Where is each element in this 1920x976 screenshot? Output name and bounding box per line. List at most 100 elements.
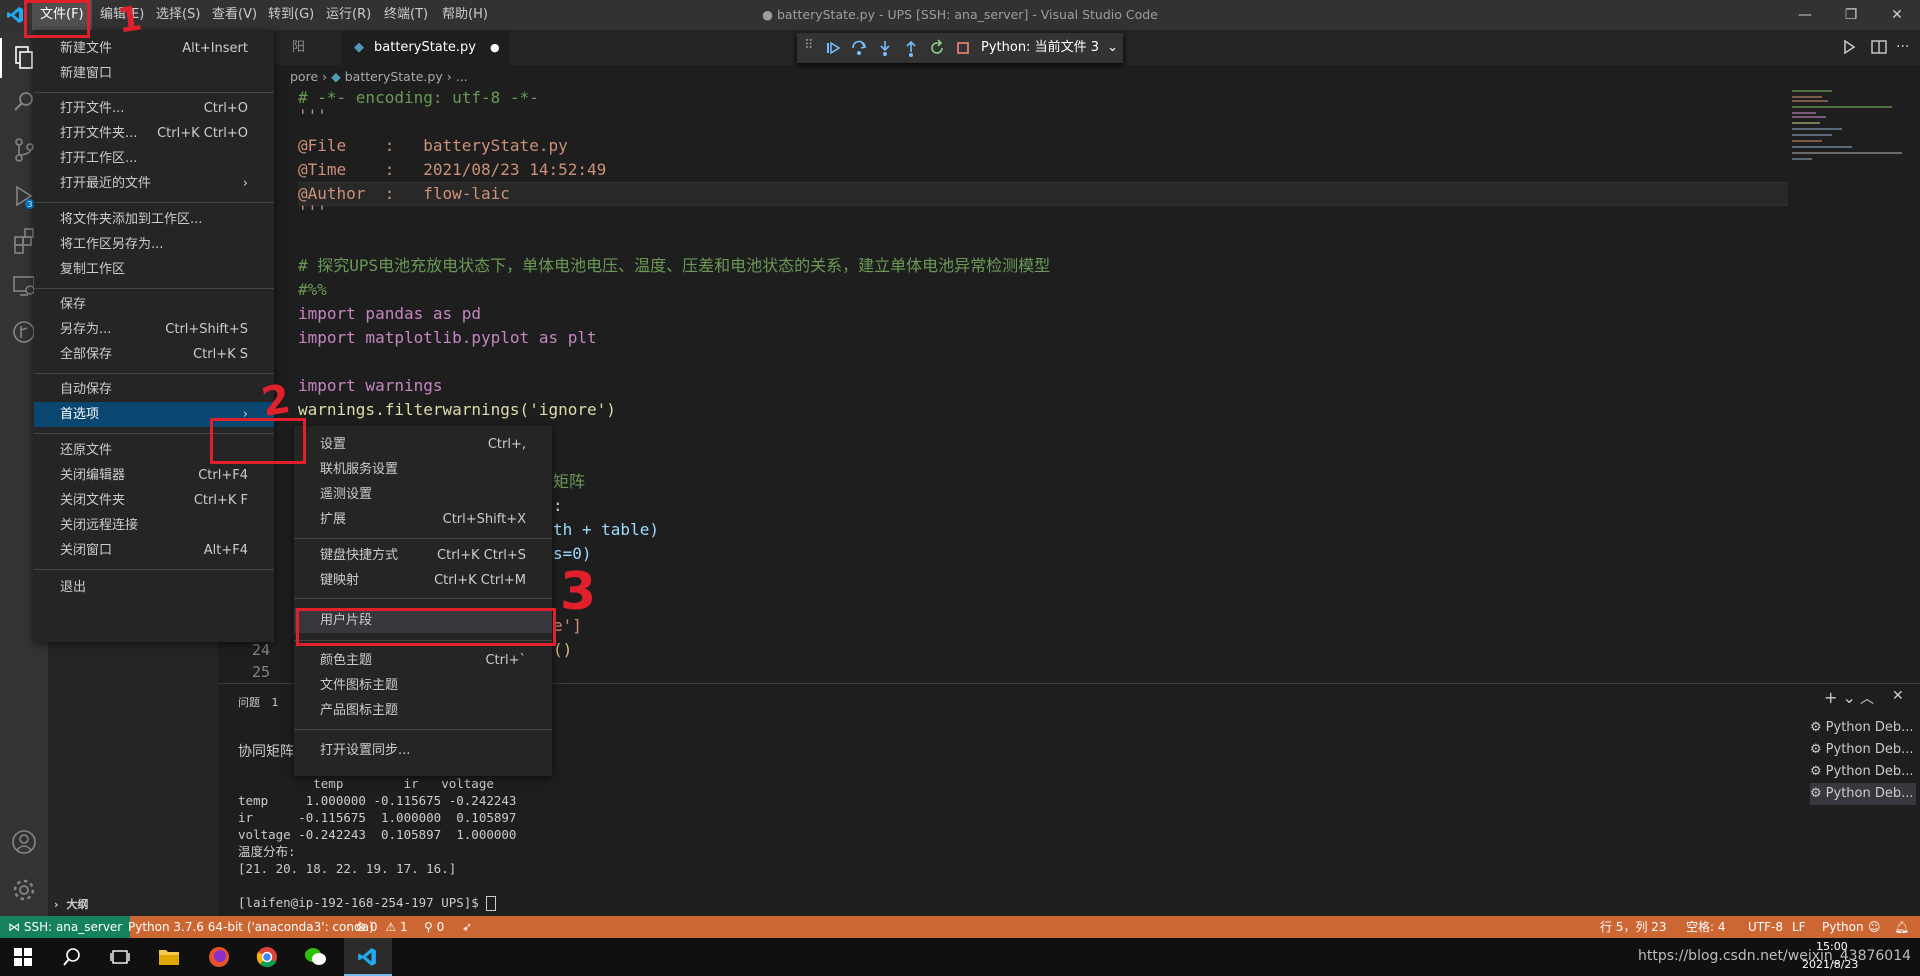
breadcrumb-file[interactable]: batteryState.py [345,69,443,84]
stop-icon[interactable] [953,38,973,62]
manage-gear-icon[interactable] [8,874,40,906]
restore-button[interactable]: ❐ [1828,0,1874,30]
wechat-app-icon[interactable] [304,946,328,972]
menu-close-window[interactable]: 关闭窗口 Alt+F4 [34,538,274,563]
panel-heading: 协同矩阵 [238,744,294,760]
debug-config-select[interactable]: Python: 当前文件 3 ⌄ [981,33,1118,63]
menu-close-editor[interactable]: 关闭编辑器 Ctrl+F4 [34,463,274,488]
continue-icon[interactable] [823,38,843,62]
tab-batterystate[interactable]: ◆ batteryState.py ● [342,30,510,65]
menu-close-folder[interactable]: 关闭文件夹 Ctrl+K F [34,488,274,513]
notifications-bell-icon[interactable]: 🔔︎ [1894,916,1909,938]
file-explorer-app-icon[interactable] [158,947,180,971]
menu-open-file[interactable]: 打开文件... Ctrl+O [34,96,274,121]
menu-settings-sync[interactable]: 打开设置同步... [294,738,552,763]
breadcrumb-symbol[interactable]: ... [456,69,468,84]
menu-open-workspace[interactable]: 打开工作区... [34,146,274,171]
menu-telemetry-settings[interactable]: 遥测设置 [294,482,552,507]
menu-add-folder-to-workspace[interactable]: 将文件夹添加到工作区... [34,207,274,232]
language-mode[interactable]: Python [1822,916,1864,938]
step-over-icon[interactable] [849,38,869,62]
maximize-panel-icon[interactable]: ︿ [1860,688,1874,708]
problems-status[interactable]: ⊗ 0 ⚠ 1 [356,916,408,938]
clock-date[interactable]: 2021/8/23 [1802,958,1858,971]
menu-duplicate-workspace[interactable]: 复制工作区 [34,257,274,282]
minimap[interactable] [1788,86,1906,682]
python-file-icon: ◆ [331,69,341,84]
terminal-instance-active[interactable]: ⚙ Python Deb... [1810,783,1916,805]
drag-handle-icon[interactable]: ⠿ [804,38,814,53]
live-share-icon[interactable]: ➶ [462,916,472,938]
taskbar-search-icon[interactable] [62,947,82,971]
menu-save-workspace-as[interactable]: 将工作区另存为... [34,232,274,257]
menu-file-icon-theme[interactable]: 文件图标主题 [294,673,552,698]
modified-dot-icon[interactable]: ● [490,30,500,65]
chrome-app-icon[interactable] [256,946,278,972]
menu-new-file[interactable]: 新建文件 Alt+Insert [34,36,274,61]
terminal-instance[interactable]: ⚙ Python Deb... [1810,739,1916,761]
tab-problems[interactable]: 问题 1 [238,694,279,710]
menu-open-folder[interactable]: 打开文件夹... Ctrl+K Ctrl+O [34,121,274,146]
menu-color-theme[interactable]: 颜色主题 Ctrl+` [294,648,552,673]
menu-settings[interactable]: 设置 Ctrl+, [294,432,552,457]
step-into-icon[interactable] [875,38,895,62]
account-icon[interactable] [8,826,40,858]
menu-save-as[interactable]: 另存为... Ctrl+Shift+S [34,317,274,342]
menu-extensions[interactable]: 扩展 Ctrl+Shift+X [294,507,552,532]
menu-close-remote[interactable]: 关闭远程连接 [34,513,274,538]
debug-config-label: Python: 当前文件 3 [981,40,1099,55]
clock-time[interactable]: 15:00 [1816,940,1848,953]
sidebar-outline-section[interactable]: › 大纲 [54,894,88,916]
menu-online-services-settings[interactable]: 联机服务设置 [294,457,552,482]
menu-auto-save[interactable]: 自动保存 [34,377,274,402]
indentation[interactable]: 空格: 4 [1686,916,1726,938]
terminal-instance[interactable]: ⚙ Python Deb... [1810,717,1916,739]
terminal-line: ir -0.115675 1.000000 0.105897 [238,810,517,825]
ports-status[interactable]: ⚲ 0 [424,916,444,938]
window-title: ● batteryState.py - UPS [SSH: ana_server… [762,7,1158,22]
restart-icon[interactable] [927,38,947,62]
windows-start-icon[interactable] [14,948,32,970]
tab-fragment[interactable]: 阳 [292,30,305,65]
menu-keyboard-shortcuts[interactable]: 键盘快捷方式 Ctrl+K Ctrl+S [294,543,552,568]
firefox-app-icon[interactable] [208,946,230,972]
annotation-box-user-snippets [296,608,556,646]
line-number: 25 [251,663,270,681]
terminal-instance[interactable]: ⚙ Python Deb... [1810,761,1916,783]
terminal-line: temp ir voltage [238,776,494,791]
menu-separator [34,288,274,289]
run-file-icon[interactable] [1838,36,1860,58]
encoding[interactable]: UTF-8 [1748,916,1783,938]
python-interpreter[interactable]: Python 3.7.6 64-bit ('anaconda3': conda) [128,916,374,938]
menu-new-window[interactable]: 新建窗口 [34,61,274,86]
terminal-prompt[interactable]: [laifen@ip-192-168-254-197 UPS]$ [238,894,497,911]
more-actions-icon[interactable]: ··· [1896,30,1909,65]
cursor-position[interactable]: 行 5，列 23 [1600,916,1667,938]
menu-separator [34,202,274,203]
menu-product-icon-theme[interactable]: 产品图标主题 [294,698,552,723]
feedback-icon[interactable]: ☺ [1868,916,1881,938]
menu-open-recent[interactable]: 打开最近的文件 › [34,171,274,196]
gear-icon: ⚙ [1810,742,1822,757]
close-window-button[interactable]: ✕ [1874,0,1920,30]
task-view-icon[interactable] [110,947,130,971]
menu-exit[interactable]: 退出 [34,575,274,600]
line-ending[interactable]: LF [1792,916,1806,938]
step-out-icon[interactable] [901,38,921,62]
close-panel-icon[interactable]: ✕ [1892,688,1904,704]
minimize-button[interactable]: — [1782,0,1828,30]
menu-keymaps[interactable]: 键映射 Ctrl+K Ctrl+M [294,568,552,593]
menu-save-all[interactable]: 全部保存 Ctrl+K S [34,342,274,367]
tab-label: batteryState.py [374,40,476,55]
new-terminal-icon[interactable]: + ⌄ [1824,688,1856,707]
annotation-box-file-menu [24,0,90,38]
menu-save[interactable]: 保存 [34,292,274,317]
vscode-taskbar-item[interactable] [344,938,392,976]
svg-text:3: 3 [27,200,32,209]
code-line: import matplotlib.pyplot as plt [298,328,597,347]
status-bar: ⋈ SSH: ana_server Python 3.7.6 64-bit ('… [0,916,1920,938]
remote-indicator[interactable]: ⋈ SSH: ana_server [0,916,131,938]
breadcrumb-folder[interactable]: pore [290,69,318,84]
split-editor-icon[interactable] [1868,36,1890,58]
code-line: #%% [298,280,327,299]
